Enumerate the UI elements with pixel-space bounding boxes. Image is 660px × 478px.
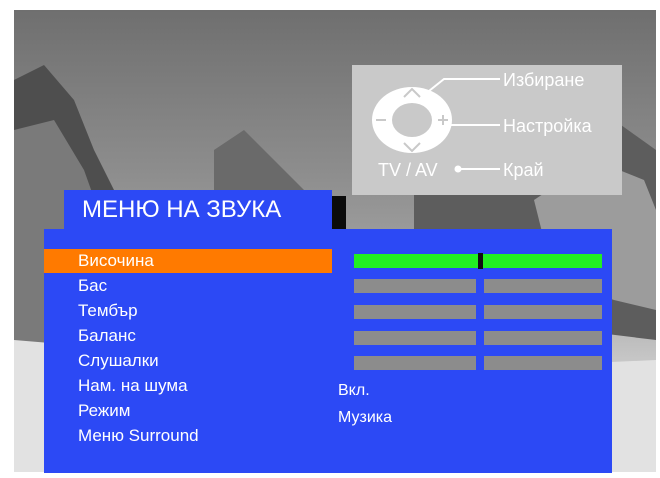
bass-slider-right-track	[484, 279, 602, 293]
headphones-slider-left-track	[354, 356, 476, 370]
menu-item-noise-reduction[interactable]: Нам. на шума	[44, 374, 332, 398]
adjust-hint-label: Настройка	[503, 116, 592, 136]
sound-menu-panel: Височина Бас Тембър Баланс Слушалки Нам.…	[44, 229, 612, 473]
menu-item-mode[interactable]: Режим	[44, 399, 332, 423]
remote-hint-panel: Избиране Настройка TV / AV Край	[352, 65, 622, 195]
volume-slider-thumb[interactable]	[478, 253, 483, 269]
mode-value: Музика	[338, 409, 393, 426]
headphones-slider[interactable]	[354, 356, 602, 370]
tv-av-label: TV / AV	[378, 160, 438, 180]
headphones-slider-right-track	[484, 356, 602, 370]
volume-slider-right-track	[482, 254, 602, 268]
noise-reduction-value: Вкл.	[338, 382, 370, 399]
menu-item-surround-menu[interactable]: Меню Surround	[44, 424, 332, 448]
menu-item-treble[interactable]: Тембър	[44, 299, 332, 323]
balance-slider-right-track	[484, 331, 602, 345]
balance-slider[interactable]	[354, 331, 602, 345]
exit-hint-label: Край	[503, 160, 544, 180]
bass-slider-left-track	[354, 279, 476, 293]
treble-slider-right-track	[484, 305, 602, 319]
volume-slider-left-track	[354, 254, 478, 268]
select-hint-label: Избиране	[503, 70, 585, 90]
menu-title: МЕНЮ НА ЗВУКА	[64, 190, 332, 230]
menu-item-headphones[interactable]: Слушалки	[44, 349, 332, 373]
treble-slider[interactable]	[354, 305, 602, 319]
bass-slider[interactable]	[354, 279, 602, 293]
treble-slider-left-track	[354, 305, 476, 319]
menu-item-bass[interactable]: Бас	[44, 274, 332, 298]
balance-slider-left-track	[354, 331, 476, 345]
menu-item-balance[interactable]: Баланс	[44, 324, 332, 348]
volume-slider[interactable]	[354, 253, 602, 269]
menu-item-volume[interactable]: Височина	[44, 249, 332, 273]
